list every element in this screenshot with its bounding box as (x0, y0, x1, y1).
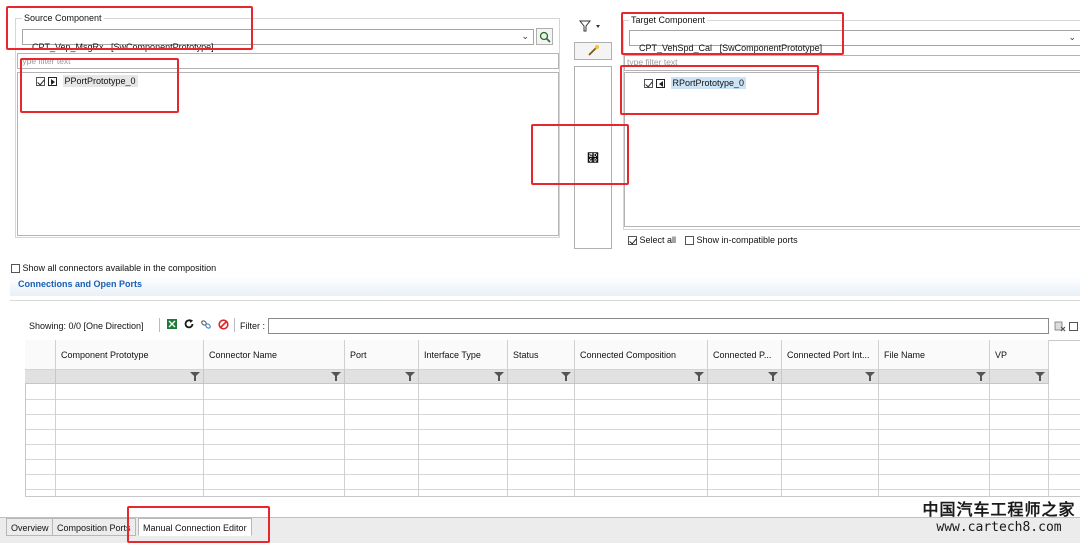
section-title: Connections and Open Ports (18, 279, 143, 289)
column-filter-connected-port[interactable] (708, 370, 782, 384)
highlight-source-port (20, 58, 179, 113)
watermark: 中国汽车工程师之家 www.cartech8.com (920, 496, 1078, 540)
column-filter-connected-port-interface[interactable] (782, 370, 879, 384)
tab-composition-ports[interactable]: Composition Ports (52, 518, 136, 536)
search-button[interactable] (536, 28, 553, 45)
column-header-component-prototype[interactable]: Component Prototype (56, 340, 204, 370)
table-filter-input[interactable] (268, 318, 1049, 334)
show-all-connectors-checkbox[interactable] (11, 264, 20, 274)
column-header-connected-composition[interactable]: Connected Composition (575, 340, 708, 370)
highlight-source-component (6, 6, 253, 50)
clear-filter-icon (1054, 321, 1066, 332)
refresh-button[interactable] (183, 318, 195, 330)
export-excel-button[interactable] (166, 318, 178, 330)
showing-status: Showing: 0/0 [One Direction] (29, 321, 144, 331)
show-incompatible-checkbox[interactable] (685, 236, 694, 246)
filter-icon[interactable] (976, 372, 986, 381)
highlight-target-component (621, 12, 844, 55)
column-header-interface-type[interactable]: Interface Type (419, 340, 508, 370)
chevron-down-icon: ⌄ (521, 31, 529, 41)
select-all-label: Select all (639, 235, 677, 245)
filter-icon[interactable] (405, 372, 415, 381)
filter-icon[interactable] (768, 372, 778, 381)
toolbar-separator (234, 318, 235, 332)
select-all-option[interactable]: Select all (628, 235, 677, 246)
filter-icon[interactable] (331, 372, 341, 381)
column-header-port[interactable]: Port (345, 340, 419, 370)
excel-icon (167, 319, 177, 329)
row-header-corner (25, 340, 56, 370)
show-incompatible-option[interactable]: Show in-compatible ports (685, 235, 798, 246)
chevron-down-icon: ⌄ (1068, 32, 1076, 42)
filter-icon[interactable] (494, 372, 504, 381)
column-filter-connector-name[interactable] (204, 370, 345, 384)
watermark-title: 中国汽车工程师之家 (922, 500, 1076, 519)
column-header-status[interactable]: Status (508, 340, 575, 370)
show-all-connectors-option[interactable]: Show all connectors available in the com… (11, 263, 217, 274)
column-header-connected-port[interactable]: Connected P... (708, 340, 782, 370)
column-filter-port[interactable] (345, 370, 419, 384)
filter-icon[interactable] (561, 372, 571, 381)
column-filter-vp[interactable] (990, 370, 1049, 384)
show-incompatible-label: Show in-compatible ports (696, 235, 798, 245)
section-header-bg (10, 276, 1080, 296)
highlight-connect-button (531, 124, 629, 185)
column-header-connected-port-interface[interactable]: Connected Port Int... (782, 340, 879, 370)
column-header-file-name[interactable]: File Name (879, 340, 990, 370)
column-filter-interface-type[interactable] (419, 370, 508, 384)
filter-icon[interactable] (1035, 372, 1045, 381)
column-filter-connected-composition[interactable] (575, 370, 708, 384)
clear-filter-button[interactable] (1054, 320, 1066, 332)
column-header-vp[interactable]: VP (990, 340, 1049, 370)
wand-icon (588, 45, 599, 56)
column-filter-file-name[interactable] (879, 370, 990, 384)
no-entry-icon (218, 319, 229, 330)
clear-button[interactable] (218, 319, 229, 330)
toolbar-separator (159, 318, 160, 332)
tab-overview[interactable]: Overview (6, 518, 54, 536)
link-button[interactable] (200, 318, 212, 330)
filter-icon[interactable] (190, 372, 200, 381)
link-icon (201, 320, 211, 329)
column-filter-component-prototype[interactable] (56, 370, 204, 384)
refresh-icon (184, 319, 194, 329)
filter-icon[interactable] (694, 372, 704, 381)
select-all-checkbox[interactable] (628, 236, 637, 246)
filter-icon (578, 20, 600, 32)
filter-dropdown-button[interactable] (578, 19, 604, 33)
search-icon (539, 31, 551, 43)
filter-label: Filter : (240, 321, 266, 331)
table-body-grid (25, 384, 1080, 496)
show-all-connectors-label: Show all connectors available in the com… (22, 263, 217, 273)
column-filter-status[interactable] (508, 370, 575, 384)
row-header-filter (25, 370, 56, 384)
highlight-manual-connection-tab (127, 506, 270, 543)
filter-icon[interactable] (865, 372, 875, 381)
watermark-url: www.cartech8.com (936, 520, 1062, 535)
auto-connect-button[interactable] (574, 42, 612, 60)
highlight-target-port (620, 65, 819, 115)
column-header-connector-name[interactable]: Connector Name (204, 340, 345, 370)
filter-options-checkbox[interactable] (1069, 322, 1078, 332)
